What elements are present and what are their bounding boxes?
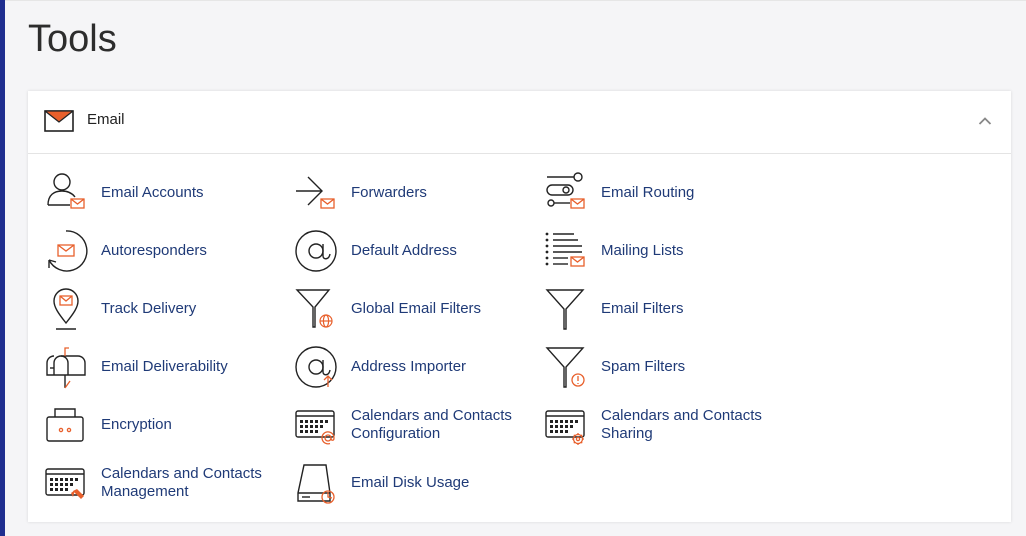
chevron-up-icon[interactable]: [978, 116, 992, 126]
tool-email-filters[interactable]: Email Filters: [528, 285, 768, 333]
email-filters-icon: [545, 289, 585, 330]
email-section-header[interactable]: Email: [28, 91, 1011, 154]
tool-label: Track Delivery: [101, 300, 197, 317]
section-title: Email: [87, 111, 125, 128]
tool-default-address[interactable]: Default Address: [278, 227, 518, 275]
tool-global-email-filters[interactable]: Global Email Filters: [278, 285, 518, 333]
tool-calendars-contacts-management[interactable]: Calendars and Contacts Management: [28, 459, 268, 507]
tool-label: Address Importer: [351, 358, 467, 375]
tool-label: Email Filters: [601, 300, 684, 317]
tool-autoresponders[interactable]: Autoresponders: [28, 227, 268, 275]
tool-label: Default Address: [351, 242, 457, 259]
tool-label: Email Deliverability: [101, 358, 228, 375]
tool-calendars-contacts-sharing[interactable]: Calendars and Contacts Sharing: [528, 401, 768, 449]
tool-label: Encryption: [101, 416, 172, 433]
track-delivery-icon: [53, 288, 79, 330]
sidebar-edge: [0, 0, 5, 536]
tool-label: Email Routing: [601, 184, 695, 201]
calendars-contacts-sharing-icon: [545, 410, 585, 445]
forwarders-icon: [296, 176, 335, 209]
tool-email-routing[interactable]: Email Routing: [528, 169, 768, 217]
tool-label: Mailing Lists: [601, 242, 684, 259]
tool-email-accounts[interactable]: Email Accounts: [28, 169, 268, 217]
tool-label: Forwarders: [351, 184, 427, 201]
tool-label: Spam Filters: [601, 358, 686, 375]
tool-mailing-lists[interactable]: Mailing Lists: [528, 227, 768, 275]
tool-spam-filters[interactable]: Spam Filters: [528, 343, 768, 391]
page-title: Tools: [28, 18, 117, 60]
tools-grid: Email Accounts Forwarders Email Routing …: [28, 154, 1011, 522]
calendars-contacts-management-icon: [45, 468, 85, 499]
global-email-filters-icon: [295, 289, 333, 328]
tool-label: Calendars and Contacts Configuration: [351, 407, 512, 442]
default-address-icon: [295, 230, 337, 272]
tool-address-importer[interactable]: Address Importer: [278, 343, 518, 391]
address-importer-icon: [295, 346, 337, 388]
envelope-icon: [44, 110, 74, 132]
tool-track-delivery[interactable]: Track Delivery: [28, 285, 268, 333]
tool-label: Autoresponders: [101, 242, 207, 259]
tool-forwarders[interactable]: Forwarders: [278, 169, 518, 217]
tool-label: Email Disk Usage: [351, 474, 470, 491]
tool-email-deliverability[interactable]: Email Deliverability: [28, 343, 268, 391]
email-section-panel: Email Email Accounts Forwarders Email Ro…: [28, 91, 1011, 522]
top-divider: [5, 0, 1026, 1]
email-accounts-icon: [47, 173, 85, 209]
calendars-contacts-configuration-icon: [295, 410, 335, 445]
email-disk-usage-icon: [297, 464, 335, 504]
autoresponders-icon: [48, 230, 88, 272]
encryption-icon: [46, 408, 84, 442]
tool-label: Calendars and Contacts Sharing: [601, 407, 762, 442]
tool-label: Email Accounts: [101, 184, 204, 201]
tool-label: Global Email Filters: [351, 300, 482, 317]
email-routing-icon: [546, 172, 585, 209]
spam-filters-icon: [545, 347, 585, 388]
mailing-lists-icon: [545, 232, 585, 267]
tool-email-disk-usage[interactable]: Email Disk Usage: [278, 459, 518, 507]
tool-label: Calendars and Contacts Management: [101, 465, 262, 500]
email-deliverability-icon: [46, 347, 86, 389]
tool-calendars-contacts-configuration[interactable]: Calendars and Contacts Configuration: [278, 401, 518, 449]
tool-encryption[interactable]: Encryption: [28, 401, 268, 449]
